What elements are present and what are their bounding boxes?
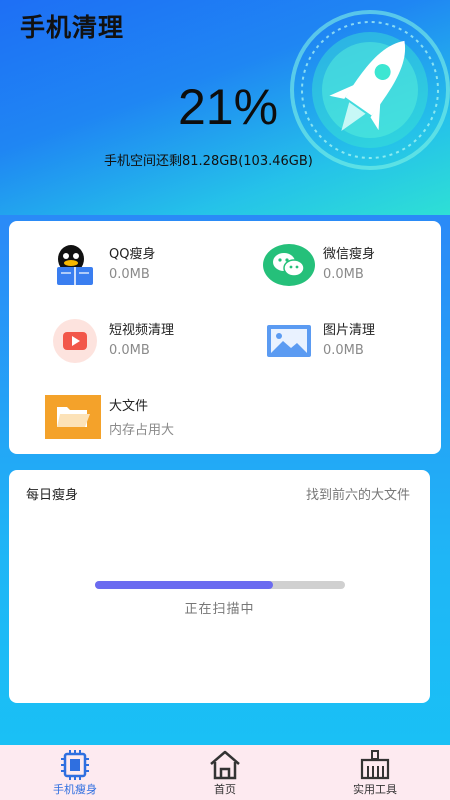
storage-space-text: 手机空间还剩81.28GB(103.46GB) bbox=[104, 154, 313, 169]
large-file-desc: 内存占用大 bbox=[109, 423, 175, 438]
scan-progress-fill bbox=[95, 581, 273, 589]
tab-phone-slim[interactable]: 手机瘦身 bbox=[0, 745, 150, 800]
daily-slim-status: 找到前六的大文件 bbox=[305, 488, 410, 503]
video-clean-size: 0.0MB bbox=[109, 343, 150, 358]
qq-penguin-icon bbox=[49, 243, 101, 287]
wechat-icon bbox=[263, 243, 315, 287]
video-clean-label: 短视频清理 bbox=[109, 323, 175, 338]
picture-clean-size: 0.0MB bbox=[323, 343, 364, 358]
qq-clean-size: 0.0MB bbox=[109, 267, 150, 282]
cleaner-card: QQ瘦身 0.0MB 微信瘦身 0.0MB 短视频清理 0.0MB 图片清理 0… bbox=[9, 221, 441, 454]
tab-tools-label: 实用工具 bbox=[353, 783, 397, 796]
wechat-clean-size: 0.0MB bbox=[323, 267, 364, 282]
storage-percent: 21% bbox=[178, 79, 279, 135]
qq-clean-label: QQ瘦身 bbox=[109, 247, 156, 262]
tab-home-label: 首页 bbox=[214, 783, 236, 796]
video-play-icon bbox=[49, 319, 101, 363]
home-icon bbox=[208, 750, 242, 780]
daily-slim-card: 每日瘦身 找到前六的大文件 正在扫描中 bbox=[9, 470, 430, 703]
tab-tools[interactable]: 实用工具 bbox=[300, 745, 450, 800]
header-banner: 手机清理 21% 手机空间还剩81.28GB(103.46GB) bbox=[0, 0, 450, 215]
scan-progress-bar bbox=[95, 581, 345, 589]
picture-icon bbox=[263, 319, 315, 363]
large-file-label: 大文件 bbox=[109, 399, 149, 414]
tab-home[interactable]: 首页 bbox=[150, 745, 300, 800]
daily-slim-title: 每日瘦身 bbox=[26, 488, 79, 503]
chip-icon bbox=[58, 750, 92, 780]
bottom-tab-bar: 手机瘦身 首页 实用工具 bbox=[0, 745, 450, 800]
picture-clean-label: 图片清理 bbox=[323, 323, 376, 338]
folder-icon bbox=[45, 395, 101, 439]
page-title: 手机清理 bbox=[20, 13, 125, 42]
scan-status-text: 正在扫描中 bbox=[184, 602, 255, 617]
wechat-clean-label: 微信瘦身 bbox=[323, 247, 376, 262]
broom-icon bbox=[358, 750, 392, 780]
tab-phone-slim-label: 手机瘦身 bbox=[53, 783, 97, 796]
rocket-icon bbox=[290, 0, 450, 210]
